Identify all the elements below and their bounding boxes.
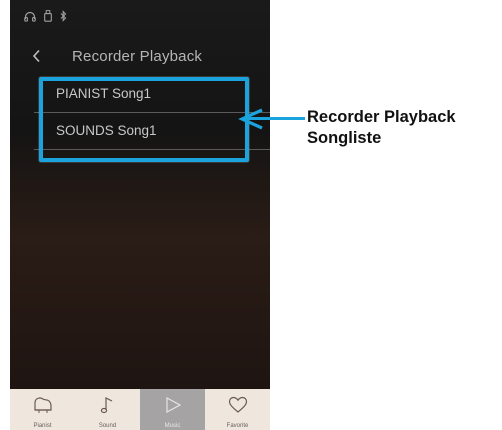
- tab-favorite[interactable]: Favorite: [205, 389, 270, 430]
- back-chevron-icon[interactable]: [32, 49, 41, 68]
- header: Recorder Playback: [10, 36, 270, 76]
- phone-screen: Recorder Playback PIANIST Song1 SOUNDS S…: [10, 0, 270, 430]
- headphones-icon: [24, 9, 36, 27]
- callout-label: Recorder Playback Songliste: [307, 107, 456, 149]
- callout-label-line1: Recorder Playback: [307, 108, 456, 126]
- tab-sound[interactable]: Sound: [75, 389, 140, 430]
- tab-music-label: Music: [164, 423, 181, 429]
- tab-pianist-label: Pianist: [33, 423, 52, 429]
- callout-label-line2: Songliste: [307, 129, 382, 147]
- tab-pianist[interactable]: Pianist: [10, 389, 75, 430]
- usb-icon: [44, 9, 52, 27]
- status-bar: [10, 0, 270, 36]
- song-list: PIANIST Song1 SOUNDS Song1: [34, 76, 270, 150]
- callout-arrow-icon: [238, 107, 264, 136]
- tab-favorite-label: Favorite: [226, 423, 249, 429]
- bluetooth-icon: [60, 9, 67, 27]
- page-title: Recorder Playback: [72, 48, 203, 65]
- song-item-sounds[interactable]: SOUNDS Song1: [34, 113, 270, 150]
- tab-sound-label: Sound: [98, 423, 117, 429]
- song-item-pianist[interactable]: PIANIST Song1: [34, 76, 270, 113]
- bottom-nav: Pianist Sound Music Favorite: [10, 389, 270, 430]
- tab-music[interactable]: Music: [140, 389, 205, 430]
